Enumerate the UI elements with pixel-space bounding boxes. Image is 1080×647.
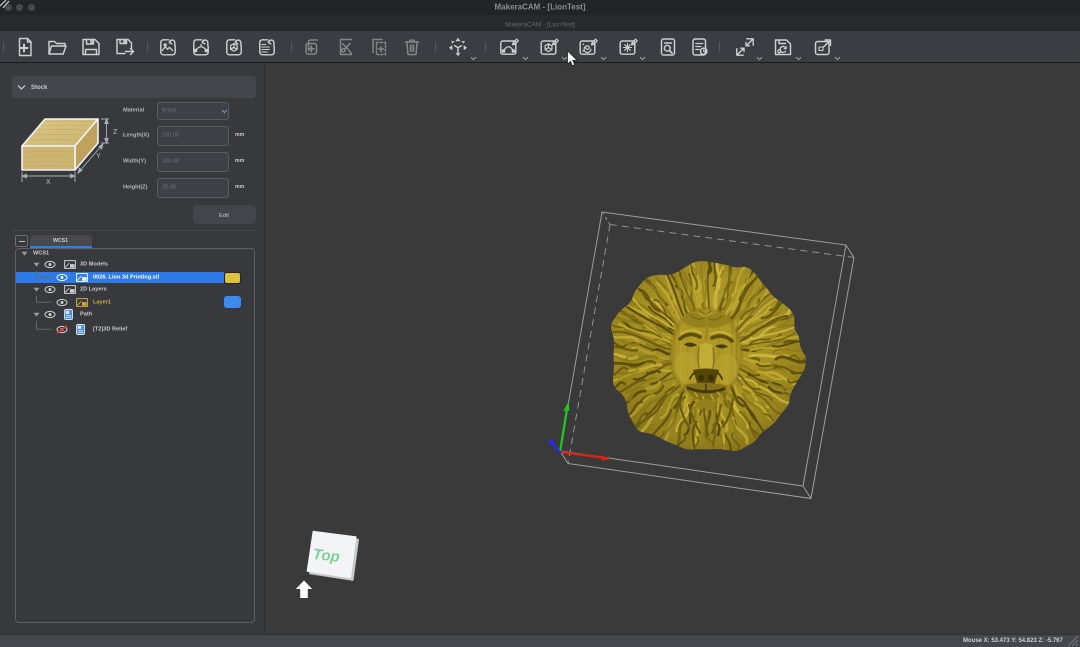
svg-text:Z: Z (113, 129, 118, 136)
svg-text:Top: Top (312, 546, 341, 566)
svg-text:Y: Y (96, 153, 101, 160)
svg-text:X: X (46, 179, 51, 186)
